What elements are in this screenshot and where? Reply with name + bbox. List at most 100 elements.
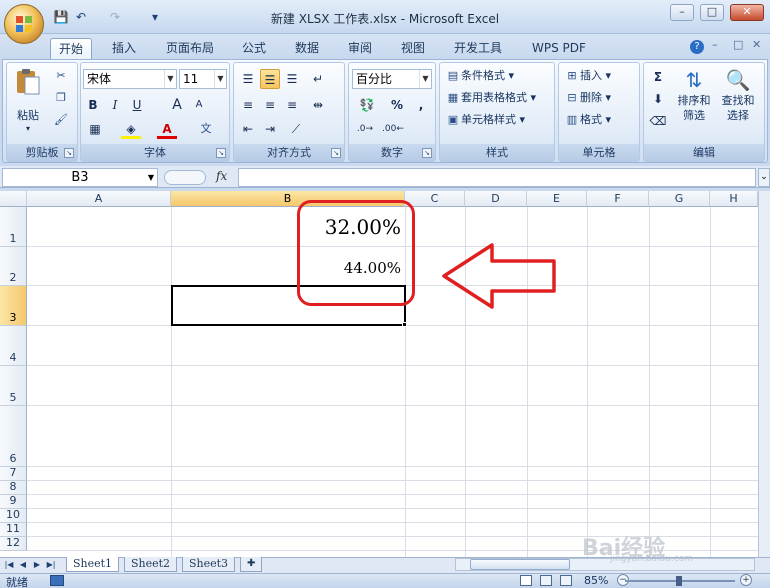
- increase-decimal-icon[interactable]: .0→: [353, 119, 377, 139]
- paste-button[interactable]: 粘贴 ▾: [11, 67, 45, 133]
- column-header-e[interactable]: E: [527, 191, 587, 207]
- row-header-2[interactable]: 2: [0, 247, 27, 286]
- sheet-tab-sheet2[interactable]: Sheet2: [124, 557, 178, 572]
- alignment-launcher-icon[interactable]: ↘: [331, 148, 341, 158]
- row-header-7[interactable]: 7: [0, 466, 27, 481]
- font-name-combo[interactable]: 宋体 ▼: [83, 69, 177, 89]
- vertical-scrollbar[interactable]: [758, 191, 770, 557]
- tab-page-layout[interactable]: 页面布局: [158, 38, 222, 60]
- format-as-table-button[interactable]: ▦ 套用表格格式 ▾: [445, 89, 536, 107]
- tab-formulas[interactable]: 公式: [234, 38, 274, 60]
- row-header-8[interactable]: 8: [0, 480, 27, 495]
- insert-cells-button[interactable]: ⊞ 插入 ▾: [564, 67, 611, 85]
- tab-review[interactable]: 审阅: [340, 38, 380, 60]
- format-cells-button[interactable]: ▥ 格式 ▾: [564, 111, 611, 129]
- tab-view[interactable]: 视图: [393, 38, 433, 60]
- row-header-9[interactable]: 9: [0, 494, 27, 509]
- row-header-5[interactable]: 5: [0, 366, 27, 406]
- name-box[interactable]: B3 ▼: [2, 168, 158, 187]
- decrease-decimal-icon[interactable]: .00←: [381, 119, 405, 139]
- zoom-in-button[interactable]: +: [740, 574, 752, 586]
- increase-indent-icon[interactable]: ⇥: [260, 119, 280, 139]
- column-header-a[interactable]: A: [27, 191, 171, 207]
- shrink-font-button[interactable]: A: [189, 95, 209, 115]
- column-header-c[interactable]: C: [405, 191, 465, 207]
- help-icon[interactable]: ?: [690, 40, 704, 54]
- orientation-icon[interactable]: ⟋: [286, 119, 306, 139]
- underline-button[interactable]: U: [127, 95, 147, 115]
- wrap-text-icon[interactable]: ↵: [308, 69, 328, 89]
- workbook-close-icon[interactable]: ✕: [752, 38, 761, 51]
- ribbon-restore-icon[interactable]: □: [733, 38, 743, 51]
- format-painter-icon[interactable]: 🖌: [53, 111, 69, 129]
- prev-sheet-icon[interactable]: ◀: [17, 559, 29, 571]
- decrease-indent-icon[interactable]: ⇤: [238, 119, 258, 139]
- next-sheet-icon[interactable]: ▶: [31, 559, 43, 571]
- grow-font-button[interactable]: A: [167, 95, 187, 115]
- formula-splitter[interactable]: [164, 170, 206, 185]
- row-header-12[interactable]: 12: [0, 536, 27, 551]
- row-header-1[interactable]: 1: [0, 207, 27, 247]
- align-right-icon[interactable]: ≡: [282, 95, 302, 115]
- tab-wps-pdf[interactable]: WPS PDF: [524, 38, 594, 60]
- zoom-slider-thumb[interactable]: [676, 576, 682, 586]
- sort-filter-button[interactable]: ⇅ 排序和 筛选: [674, 67, 714, 123]
- cell-styles-button[interactable]: ▣ 单元格样式 ▾: [445, 111, 525, 129]
- phonetic-guide-button[interactable]: 文: [193, 119, 219, 139]
- autosum-icon[interactable]: Σ: [648, 67, 668, 87]
- align-left-icon[interactable]: ≡: [238, 95, 258, 115]
- percent-style-button[interactable]: %: [387, 95, 407, 115]
- align-bottom-icon[interactable]: ☰: [282, 69, 302, 89]
- ribbon-minimize-icon[interactable]: –: [712, 38, 718, 51]
- page-break-view-icon[interactable]: [560, 575, 572, 586]
- font-color-button[interactable]: A: [157, 119, 177, 139]
- copy-icon[interactable]: ❐: [53, 89, 69, 107]
- delete-cells-button[interactable]: ⊟ 删除 ▾: [564, 89, 611, 107]
- find-select-button[interactable]: 🔍 查找和 选择: [718, 67, 758, 123]
- close-button[interactable]: ✕: [730, 4, 764, 21]
- expand-formula-bar-icon[interactable]: ⌄: [758, 168, 770, 187]
- font-launcher-icon[interactable]: ↘: [216, 148, 226, 158]
- merge-center-icon[interactable]: ⇹: [308, 95, 328, 115]
- tab-insert[interactable]: 插入: [104, 38, 144, 60]
- bold-button[interactable]: B: [83, 95, 103, 115]
- office-button[interactable]: [4, 4, 44, 44]
- tab-developer[interactable]: 开发工具: [446, 38, 510, 60]
- column-header-f[interactable]: F: [587, 191, 649, 207]
- last-sheet-icon[interactable]: ▶|: [45, 559, 57, 571]
- select-all-corner[interactable]: [0, 191, 27, 207]
- align-top-icon[interactable]: ☰: [238, 69, 258, 89]
- row-header-11[interactable]: 11: [0, 522, 27, 537]
- row-header-4[interactable]: 4: [0, 326, 27, 366]
- comma-style-button[interactable]: ,: [411, 95, 431, 115]
- tab-data[interactable]: 数据: [287, 38, 327, 60]
- page-layout-view-icon[interactable]: [540, 575, 552, 586]
- first-sheet-icon[interactable]: |◀: [3, 559, 15, 571]
- maximize-button[interactable]: □: [700, 4, 724, 21]
- row-header-10[interactable]: 10: [0, 508, 27, 523]
- fill-handle[interactable]: [402, 322, 407, 327]
- italic-button[interactable]: I: [105, 95, 125, 115]
- align-middle-icon[interactable]: ☰: [260, 69, 280, 89]
- cut-icon[interactable]: ✂: [53, 67, 69, 85]
- border-icon[interactable]: ▦: [85, 119, 105, 139]
- row-header-6[interactable]: 6: [0, 406, 27, 467]
- column-header-d[interactable]: D: [465, 191, 527, 207]
- normal-view-icon[interactable]: [520, 575, 532, 586]
- sheet-tab-sheet1[interactable]: Sheet1: [66, 557, 120, 572]
- horizontal-scroll-thumb[interactable]: [470, 559, 570, 570]
- number-format-combo[interactable]: 百分比 ▼: [352, 69, 432, 89]
- column-header-g[interactable]: G: [649, 191, 710, 207]
- clipboard-launcher-icon[interactable]: ↘: [64, 148, 74, 158]
- number-launcher-icon[interactable]: ↘: [422, 148, 432, 158]
- row-header-3[interactable]: 3: [0, 286, 27, 326]
- clear-icon[interactable]: ⌫: [648, 111, 668, 131]
- conditional-formatting-button[interactable]: ▤ 条件格式 ▾: [445, 67, 514, 85]
- column-header-h[interactable]: H: [710, 191, 758, 207]
- minimize-button[interactable]: –: [670, 4, 694, 21]
- font-size-combo[interactable]: 11 ▼: [179, 69, 227, 89]
- insert-function-button[interactable]: fx: [216, 169, 227, 183]
- fill-color-icon[interactable]: ◈: [121, 119, 141, 139]
- accounting-format-icon[interactable]: 💱: [353, 95, 381, 115]
- worksheet-grid[interactable]: A B C D E F G H 1 2 3 4 5 6 7 8 9 10 11 …: [0, 191, 758, 557]
